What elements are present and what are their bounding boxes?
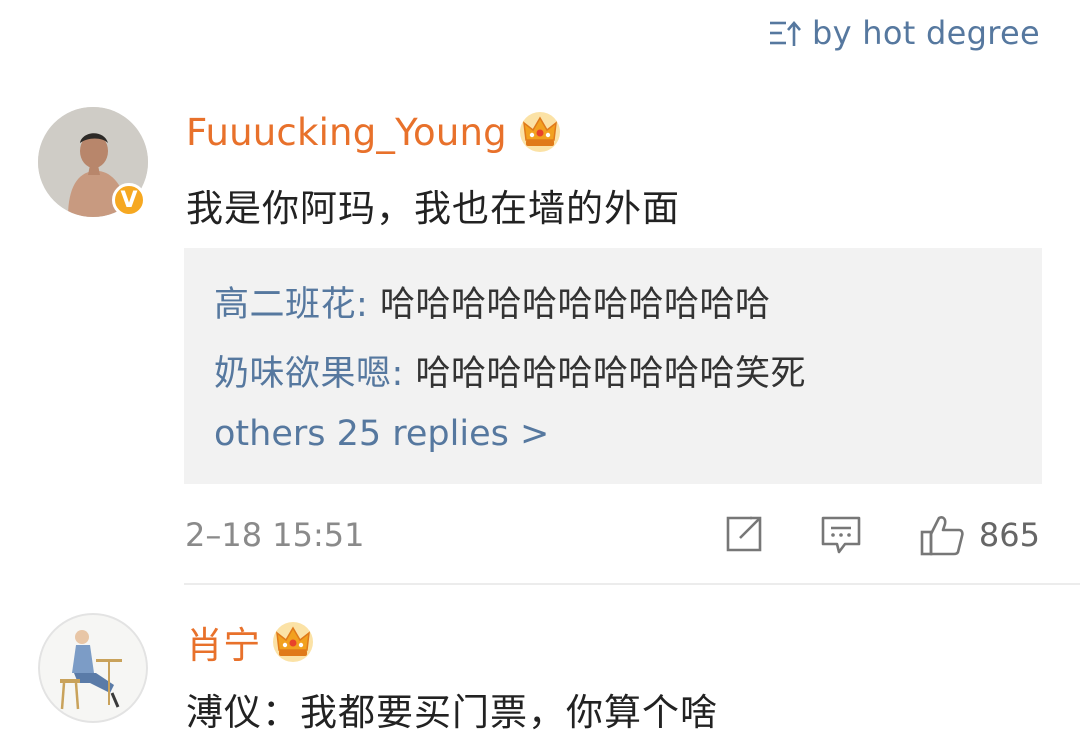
username-text: Fuuucking_Young xyxy=(186,110,507,154)
comments-page: by hot degree V Fuuucking_Young 我是你阿玛，我也… xyxy=(0,0,1080,738)
repost-button[interactable] xyxy=(722,512,766,556)
more-replies-link[interactable]: others 25 replies > xyxy=(214,414,549,454)
crown-vip-icon xyxy=(273,622,314,662)
comment-text: 溥仪：我都要买门票，你算个啥 xyxy=(186,691,718,734)
reply-item[interactable]: 奶味欲果嗯: 哈哈哈哈哈哈哈哈哈笑死 xyxy=(214,345,806,396)
crown-vip-icon xyxy=(519,112,560,152)
comment-username[interactable]: 肖宁 xyxy=(186,615,316,669)
reply-username[interactable]: 奶味欲果嗯 xyxy=(214,354,392,394)
comment-meta-row: 2–18 15:51 865 xyxy=(185,512,1040,560)
replies-preview[interactable]: 高二班花: 哈哈哈哈哈哈哈哈哈哈哈 奶味欲果嗯: 哈哈哈哈哈哈哈哈哈笑死 oth… xyxy=(184,248,1042,484)
repost-icon xyxy=(726,516,762,552)
reply-separator: : xyxy=(356,285,380,325)
sort-icon xyxy=(769,21,801,46)
reply-text: 哈哈哈哈哈哈哈哈哈笑死 xyxy=(415,354,806,394)
reply-separator: : xyxy=(391,354,416,394)
username-text: 肖宁 xyxy=(186,624,261,667)
sort-label: by hot degree xyxy=(811,14,1040,52)
avatar[interactable] xyxy=(38,613,148,723)
reply-text: 哈哈哈哈哈哈哈哈哈哈哈 xyxy=(379,285,771,325)
divider xyxy=(184,583,1080,585)
like-button[interactable]: 865 xyxy=(919,512,1040,558)
reply-username[interactable]: 高二班花 xyxy=(214,285,356,325)
verified-badge-icon: V xyxy=(112,183,146,217)
comment-text: 我是你阿玛，我也在墙的外面 xyxy=(186,187,680,230)
sort-by-hot-button[interactable]: by hot degree xyxy=(768,14,1040,52)
comment-username[interactable]: Fuuucking_Young xyxy=(186,110,563,154)
reply-button[interactable] xyxy=(819,512,863,556)
thumbs-up-icon xyxy=(920,516,964,556)
comment-icon xyxy=(821,516,861,554)
comment-timestamp: 2–18 15:51 xyxy=(185,516,365,554)
reply-item[interactable]: 高二班花: 哈哈哈哈哈哈哈哈哈哈哈 xyxy=(214,276,770,327)
like-count: 865 xyxy=(978,516,1040,554)
